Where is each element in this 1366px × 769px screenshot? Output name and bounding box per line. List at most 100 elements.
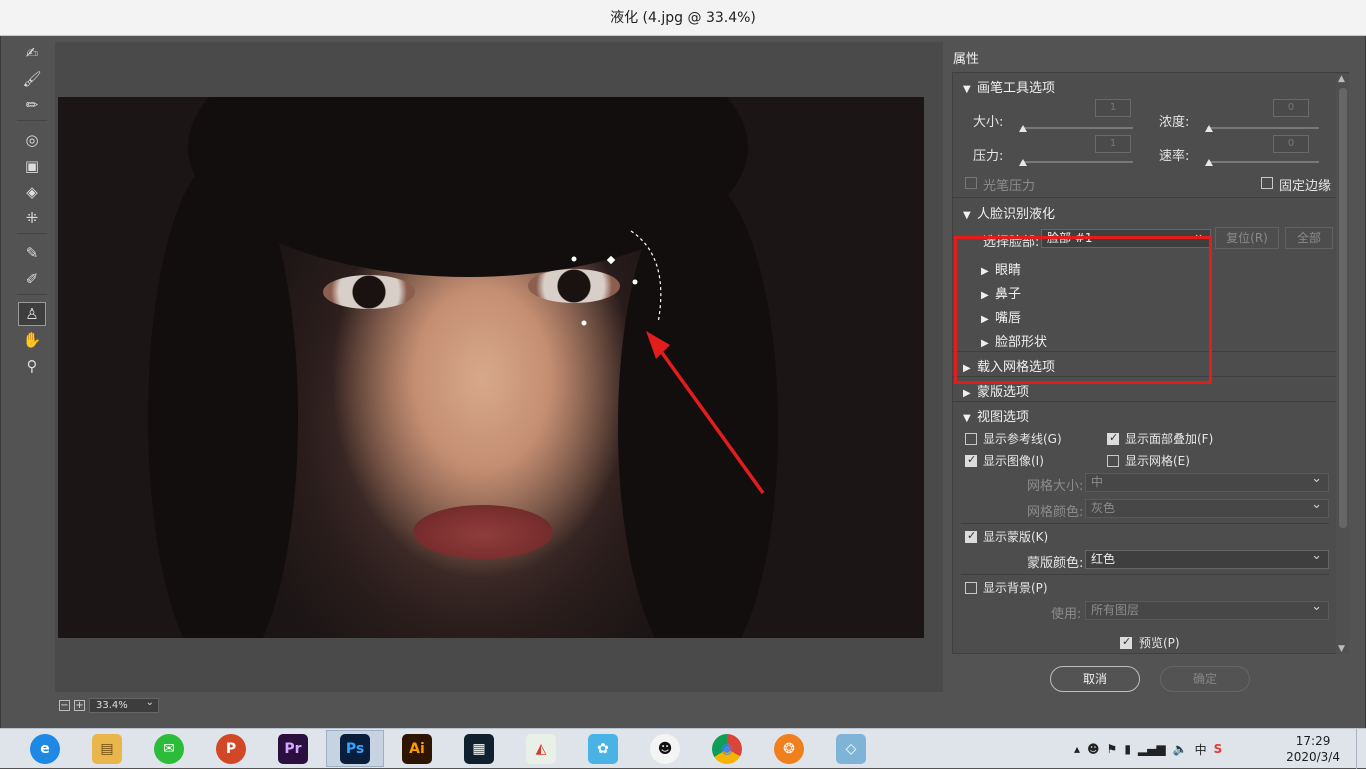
premiere-icon: Pr xyxy=(278,733,308,764)
freeze-mask-tool-icon[interactable]: ✎ xyxy=(18,241,46,265)
collapse-triangle-icon: ▼ xyxy=(963,413,971,424)
show-guides-label: 显示参考线(G) xyxy=(983,432,1062,446)
illustrator-icon: Ai xyxy=(402,733,432,764)
zoom-out-button[interactable]: − xyxy=(59,699,70,711)
pressure-slider[interactable] xyxy=(1021,161,1133,163)
scroll-thumb[interactable] xyxy=(1339,88,1347,528)
taskbar-photoshop[interactable]: Ps xyxy=(326,730,384,767)
rate-slider[interactable] xyxy=(1207,161,1319,163)
taskbar-powerpoint[interactable]: P xyxy=(202,730,260,767)
tray-signal-icon[interactable]: ▂▄▆ xyxy=(1138,742,1166,756)
zoom-select[interactable]: 33.4% xyxy=(89,696,159,713)
taskbar-qq[interactable]: ☻ xyxy=(636,730,694,767)
brush-section-header[interactable]: ▼ 画笔工具选项 xyxy=(953,77,1336,96)
photoshop-icon: Ps xyxy=(340,733,370,764)
pin-edges-label: 固定边缘 xyxy=(1279,179,1332,194)
properties-scrollbar[interactable]: ▲ ▼ xyxy=(1336,74,1349,654)
show-guides-checkbox[interactable] xyxy=(965,433,977,445)
tray-volume-icon[interactable]: 🔈 xyxy=(1173,742,1188,756)
show-image-checkbox[interactable] xyxy=(965,453,977,467)
mask-color-dropdown[interactable]: 红色 xyxy=(1085,547,1329,569)
bloat-tool-icon[interactable]: ◈ xyxy=(18,180,46,204)
preview-canvas[interactable]: − + 33.4% xyxy=(55,42,943,713)
face-overlay[interactable] xyxy=(58,97,924,638)
face-section-header[interactable]: ▼ 人脸识别液化 xyxy=(953,203,1336,222)
clock[interactable]: 17:29 2020/3/4 xyxy=(1286,733,1340,765)
taskbar-illustrator[interactable]: Ai xyxy=(388,730,446,767)
show-mask-checkbox[interactable] xyxy=(965,529,977,543)
mesh-size-label: 网格大小: xyxy=(1027,479,1084,494)
stylus-pressure-label: 光笔压力 xyxy=(983,179,1036,194)
use-dropdown[interactable]: 所有图层 xyxy=(1085,598,1329,620)
taskbar-chrome[interactable]: ◉ xyxy=(698,730,756,767)
liquify-dialog: ✍ 🖌 ✏ ◎ ▣ ◈ ⁜ ✎ ✐ ♙ ✋ ⚲ − + 33.4% ⌄ 属性 ▼… xyxy=(0,36,1366,728)
show-face-overlay-checkbox[interactable] xyxy=(1107,431,1119,445)
media-player-icon: ❂ xyxy=(774,733,804,764)
show-mask-label: 显示蒙版(K) xyxy=(983,530,1049,544)
hand-tool-icon[interactable]: ✋ xyxy=(18,328,46,352)
size-slider-handle[interactable] xyxy=(1019,125,1027,132)
zoom-in-button[interactable]: + xyxy=(74,699,85,711)
tray-network-warning-icon[interactable]: ⚑ xyxy=(1107,742,1118,756)
zoom-tool-icon[interactable]: ⚲ xyxy=(18,354,46,378)
ok-button[interactable]: 确定 xyxy=(1160,666,1250,692)
video-editor-icon: ▦ xyxy=(464,733,494,764)
all-button[interactable]: 全部 xyxy=(1285,227,1333,249)
show-mesh-checkbox[interactable] xyxy=(1107,455,1119,467)
pressure-slider-handle[interactable] xyxy=(1019,159,1027,166)
taskbar-video-editor[interactable]: ▦ xyxy=(450,730,508,767)
stylus-pressure-checkbox[interactable] xyxy=(965,177,977,189)
tray-language[interactable]: 中 xyxy=(1195,741,1207,758)
show-desktop-button[interactable] xyxy=(1356,729,1366,769)
reconstruct-tool-icon[interactable]: 🖌 xyxy=(18,67,46,91)
push-left-tool-icon[interactable]: ⁜ xyxy=(18,206,46,230)
tray-usb-icon[interactable]: ▮ xyxy=(1124,742,1131,756)
scroll-up-icon[interactable]: ▲ xyxy=(1338,74,1345,84)
system-tray: ▴ ☻ ⚑ ▮ ▂▄▆ 🔈 中 S xyxy=(1074,729,1222,769)
thaw-mask-tool-icon[interactable]: ✐ xyxy=(18,267,46,291)
pin-edges-checkbox[interactable] xyxy=(1261,177,1273,189)
expand-triangle-icon: ▶ xyxy=(963,388,971,399)
taskbar-media-player[interactable]: ❂ xyxy=(760,730,818,767)
size-input[interactable]: 1 xyxy=(1095,99,1131,117)
qq-assistant-icon: ✿ xyxy=(588,733,618,764)
size-slider[interactable] xyxy=(1021,127,1133,129)
rate-slider-handle[interactable] xyxy=(1205,159,1213,166)
show-face-overlay-label: 显示面部叠加(F) xyxy=(1125,432,1214,446)
smooth-tool-icon[interactable]: ✏ xyxy=(18,93,46,117)
taskbar-premiere[interactable]: Pr xyxy=(264,730,322,767)
taskbar-screenshot[interactable]: ◭ xyxy=(512,730,570,767)
show-backdrop-checkbox[interactable] xyxy=(965,582,977,594)
mesh-size-dropdown[interactable]: 中 xyxy=(1085,470,1329,492)
taskbar-ie[interactable]: e xyxy=(16,730,74,767)
pressure-input[interactable]: 1 xyxy=(1095,135,1131,153)
tray-sogou-icon[interactable]: S xyxy=(1214,742,1223,756)
taskbar-explorer[interactable]: ▤ xyxy=(78,730,136,767)
taskbar-wechat[interactable]: ✉ xyxy=(140,730,198,767)
mask-color-label: 蒙版颜色: xyxy=(1027,556,1084,571)
reset-button[interactable]: 复位(R) xyxy=(1215,227,1279,249)
twirl-tool-icon[interactable]: ◎ xyxy=(18,128,46,152)
show-image-label: 显示图像(I) xyxy=(983,454,1044,468)
screenshot-tool-icon: ◭ xyxy=(526,733,556,764)
forward-warp-tool-icon[interactable]: ✍ xyxy=(18,41,46,65)
scroll-down-icon[interactable]: ▼ xyxy=(1338,644,1345,654)
window-title: 液化 (4.jpg @ 33.4%) xyxy=(0,0,1366,36)
mesh-color-dropdown[interactable]: 灰色 xyxy=(1085,496,1329,518)
cancel-button[interactable]: 取消 xyxy=(1050,666,1140,692)
density-slider[interactable] xyxy=(1207,127,1319,129)
tray-expand-icon[interactable]: ▴ xyxy=(1074,742,1080,756)
taskbar-qq-assistant[interactable]: ✿ xyxy=(574,730,632,767)
view-section-header[interactable]: ▼ 视图选项 xyxy=(953,406,1336,425)
clock-time: 17:29 xyxy=(1295,734,1331,748)
pucker-tool-icon[interactable]: ▣ xyxy=(18,154,46,178)
taskbar: e ▤ ✉ P Pr Ps Ai ▦ ◭ ✿ ☻ ◉ ❂ ◇ ▴ ☻ ⚑ ▮ ▂… xyxy=(0,728,1366,769)
density-slider-handle[interactable] xyxy=(1205,125,1213,132)
portrait-image[interactable] xyxy=(58,97,924,638)
rate-input[interactable]: 0 xyxy=(1273,135,1309,153)
tray-qq-icon[interactable]: ☻ xyxy=(1087,742,1100,756)
preview-checkbox[interactable] xyxy=(1120,635,1132,649)
density-input[interactable]: 0 xyxy=(1273,99,1309,117)
face-tool-icon[interactable]: ♙ xyxy=(18,302,46,326)
taskbar-notepad[interactable]: ◇ xyxy=(822,730,880,767)
